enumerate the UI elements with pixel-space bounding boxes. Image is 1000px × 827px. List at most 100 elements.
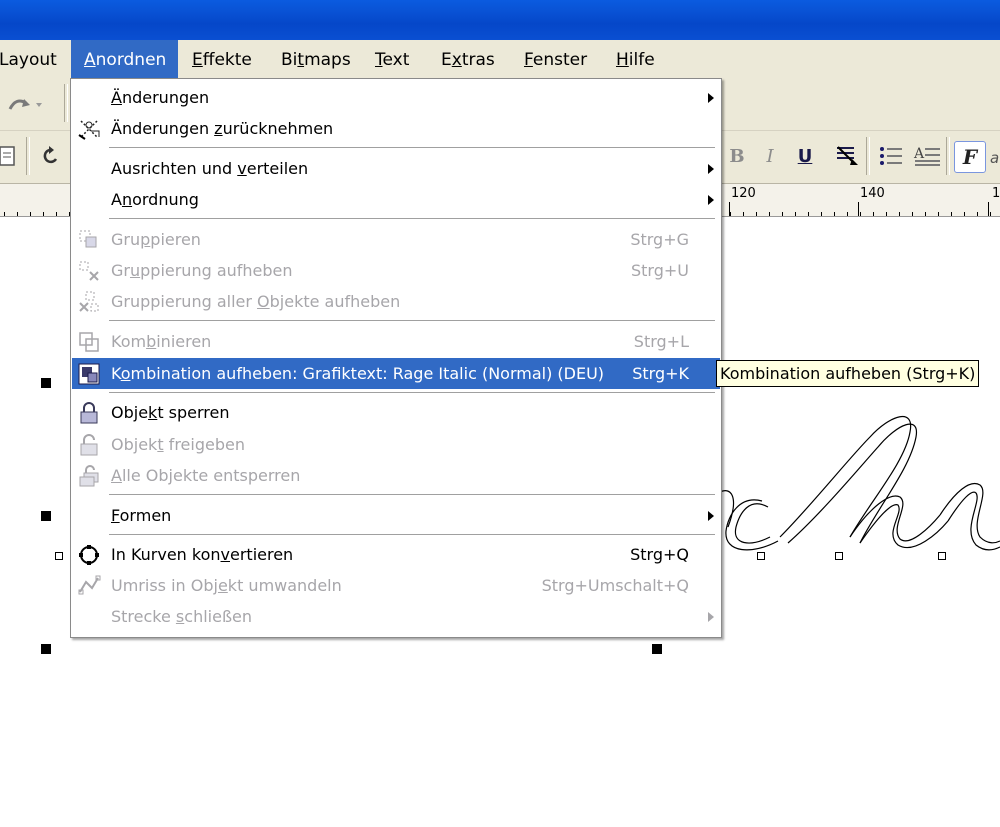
submenu-arrow-icon — [708, 195, 714, 205]
bold-button[interactable]: B — [722, 141, 752, 171]
menu-item-mnemonic: n — [121, 190, 133, 209]
toolbar-overflow-glyph: a — [990, 149, 1000, 167]
bullet-list-icon[interactable] — [876, 141, 906, 171]
menu-item-label: ordnung — [132, 190, 199, 209]
menu-layout[interactable]: Layout — [0, 40, 57, 78]
menu-item-shortcut: Strg+G — [630, 230, 689, 249]
svg-text:A: A — [913, 146, 925, 162]
italic-button[interactable]: I — [755, 141, 785, 171]
menu-item-anordnung[interactable]: Anordnung — [72, 184, 720, 215]
lock-icon — [80, 402, 98, 424]
menu-item-kombinieren[interactable]: Kombinieren Strg+L — [72, 326, 720, 357]
redo-icon[interactable] — [6, 90, 46, 120]
ruler-tick — [899, 212, 900, 216]
menu-extras-label-a: E — [441, 50, 452, 70]
break-apart-icon — [78, 363, 100, 385]
menu-item-aenderungen[interactable]: Änderungen — [72, 82, 720, 113]
menu-separator — [109, 147, 715, 149]
selection-handle[interactable] — [41, 644, 51, 654]
menu-separator — [109, 392, 715, 394]
ruler-major-tick — [858, 202, 859, 216]
menu-extras[interactable]: Extras — [441, 40, 495, 78]
menu-item-alle-objekte-entsperren[interactable]: Alle Objekte entsperren — [72, 460, 720, 491]
menu-fenster[interactable]: Fenster — [524, 40, 587, 78]
selection-handle[interactable] — [41, 511, 51, 521]
ruler-tick — [912, 212, 913, 216]
ruler-tick — [938, 212, 939, 216]
selection-handle[interactable] — [652, 644, 662, 654]
menu-item-label: kt umwandeln — [227, 576, 342, 595]
ruler-tick — [30, 212, 31, 216]
menu-bitmaps[interactable]: Bitmaps — [281, 40, 351, 78]
ruler-tick — [808, 212, 809, 216]
ruler-tick — [990, 212, 991, 216]
menu-item-label: Gruppierung aller — [111, 292, 258, 311]
menu-item-label: Obje — [111, 403, 149, 422]
menu-item-shortcut: Strg+U — [631, 261, 689, 280]
menu-item-label: bjekte aufheben — [269, 292, 401, 311]
menu-effekte-label: ffekte — [202, 50, 252, 70]
menu-item-label: pieren — [150, 230, 201, 249]
ruler-label: 1 — [992, 186, 1000, 201]
menu-item-shortcut: Strg+L — [633, 332, 689, 351]
ruler-tick — [4, 212, 5, 216]
menu-item-objekt-sperren[interactable]: Objekt sperren — [72, 397, 720, 428]
ruler-tick — [925, 212, 926, 216]
menu-anordnen-mnemonic: A — [84, 50, 96, 70]
menu-separator — [109, 534, 715, 536]
menu-item-strecke-schliessen[interactable]: Strecke schließen — [72, 601, 720, 632]
ruler-tick — [43, 212, 44, 216]
menu-item-gruppierung-aufheben[interactable]: Gruppierung aufheben Strg+U — [72, 255, 720, 286]
selection-handle[interactable] — [41, 378, 51, 388]
menu-item-shortcut: Strg+K — [632, 364, 689, 383]
menu-item-objekt-freigeben[interactable]: Objekt freigeben — [72, 429, 720, 460]
document-icon[interactable] — [0, 141, 22, 171]
menu-item-label: Gru — [111, 230, 141, 249]
menu-separator — [109, 320, 715, 322]
menu-item-mnemonic: F — [111, 506, 120, 525]
menu-item-label: freigeben — [163, 435, 245, 454]
unlock-all-icon — [79, 465, 99, 487]
menu-item-ausrichten-verteilen[interactable]: Ausrichten und verteilen — [72, 153, 720, 184]
menu-text[interactable]: Text — [375, 40, 409, 78]
menu-anordnen[interactable]: Anordnen — [71, 40, 178, 78]
menu-item-shortcut: Strg+Umschalt+Q — [541, 576, 689, 595]
submenu-arrow-icon — [708, 511, 714, 521]
ruler-tick — [886, 212, 887, 216]
menu-item-mnemonic: s — [175, 607, 185, 626]
ruler-tick — [795, 212, 796, 216]
menu-item-gruppierung-aller-aufheben[interactable]: Gruppierung aller Objekte aufheben — [72, 286, 720, 317]
font-icon: F — [962, 145, 978, 169]
revert-transform-icon — [78, 120, 100, 140]
menu-effekte[interactable]: Effekte — [192, 40, 252, 78]
menu-hilfe-label: ilfe — [628, 50, 655, 70]
menu-hilfe[interactable]: Hilfe — [616, 40, 655, 78]
menu-item-label: lle Objekte entsperren — [121, 466, 301, 485]
toolbar-separator — [64, 84, 68, 122]
rotate-icon[interactable] — [36, 141, 66, 171]
menu-item-label: Umriss in Obj — [111, 576, 218, 595]
strikethrough-icon[interactable] — [832, 141, 862, 171]
menu-item-aenderungen-zuruecknehmen[interactable]: Änderungen zurücknehmen — [72, 113, 720, 144]
ruler-tick — [730, 212, 731, 216]
menu-item-in-kurven-konvertieren[interactable]: In Kurven konvertieren Strg+Q — [72, 539, 720, 570]
menu-item-umriss-in-objekt[interactable]: Umriss in Objekt umwandeln Strg+Umschalt… — [72, 570, 720, 601]
underline-button[interactable]: U — [790, 141, 820, 171]
menu-item-label: ertieren — [230, 545, 294, 564]
menu-item-kombination-aufheben[interactable]: Kombination aufheben: Grafiktext: Rage I… — [72, 358, 720, 389]
node-handle[interactable] — [55, 552, 63, 560]
paragraph-format-icon[interactable]: A — [912, 141, 942, 171]
menu-item-mnemonic: Ä — [111, 88, 122, 107]
menu-item-label: erteilen — [246, 159, 309, 178]
ruler-label: 140 — [860, 186, 885, 201]
menu-item-gruppieren[interactable]: Gruppieren Strg+G — [72, 224, 720, 255]
ruler-tick — [769, 212, 770, 216]
menu-item-formen[interactable]: Formen — [72, 500, 720, 531]
menu-fenster-mnemonic: F — [524, 50, 533, 70]
combine-icon — [79, 332, 99, 352]
font-format-button[interactable]: F — [954, 141, 986, 173]
toolbar-separator — [866, 137, 870, 175]
toolbar-separator — [946, 137, 950, 175]
menu-text-label: ext — [382, 50, 410, 70]
script-text-outline[interactable] — [700, 397, 1000, 557]
